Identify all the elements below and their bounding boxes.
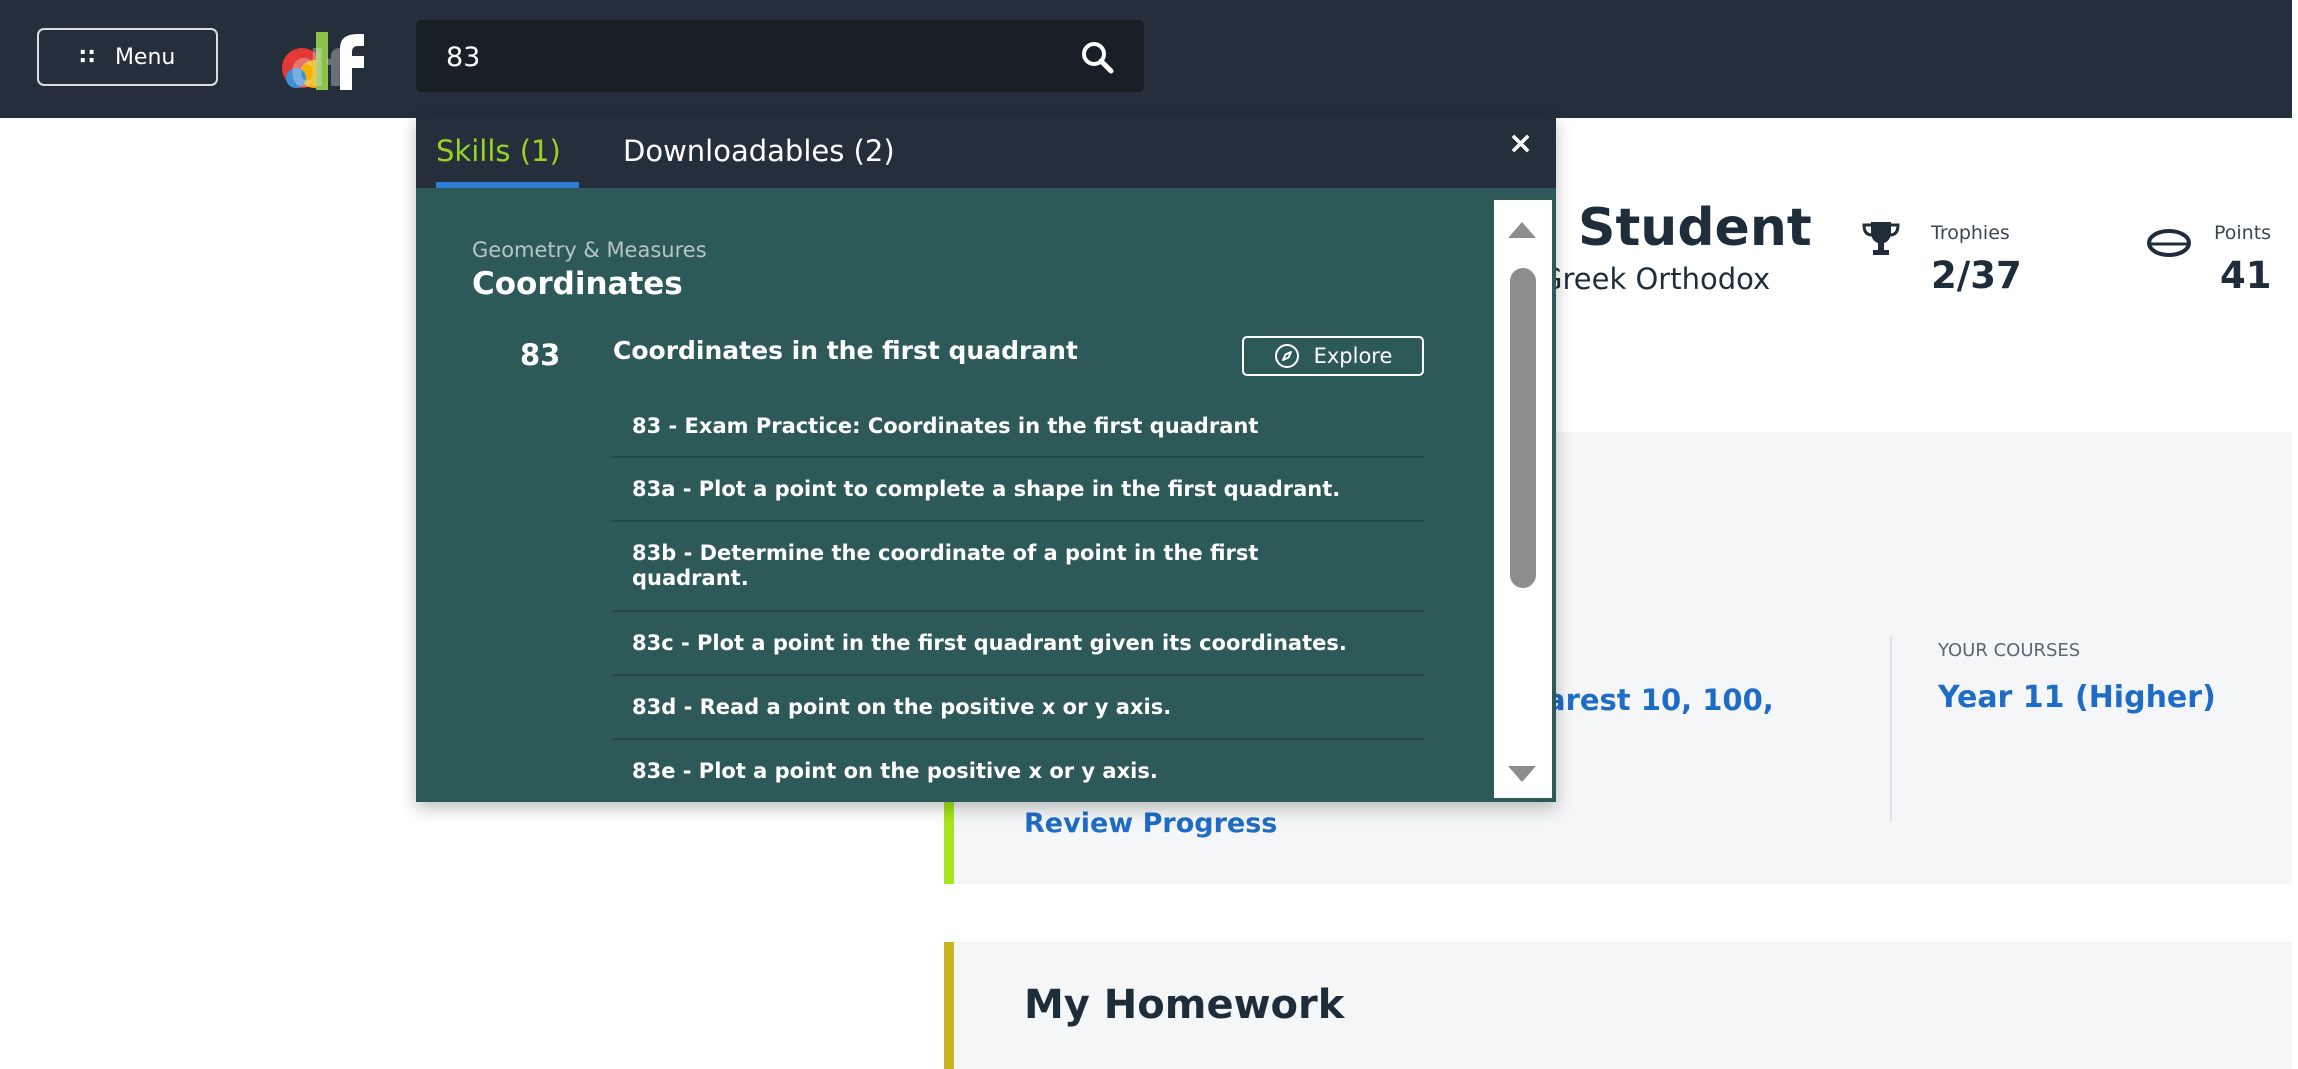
skill-number: 83 [520,338,561,372]
svg-text:df: df [290,40,349,92]
student-name: Student [1578,198,1812,258]
topic-title[interactable]: Coordinates [472,266,683,302]
sub-skill-label: 83b - Determine the coordinate of a poin… [632,541,1259,590]
sub-skill-item[interactable]: 83b - Determine the coordinate of a poin… [612,522,1424,612]
search-results-dropdown: Skills (1) Downloadables (2) × Geometry … [416,116,1556,802]
sub-skill-label: 83a - Plot a point to complete a shape i… [632,476,1341,501]
sub-skill-label: 83 - Exam Practice: Coordinates in the f… [632,413,1259,438]
results-scrollbar[interactable] [1494,200,1552,798]
student-school: Greek Orthodox [1540,262,1771,296]
sub-skill-item[interactable]: 83c - Plot a point in the first quadrant… [612,612,1424,676]
sub-skill-item[interactable]: 83 - Exam Practice: Coordinates in the f… [612,396,1424,458]
top-navigation-bar: ∷ Menu df [0,0,2292,118]
dots-icon: ∷ [79,44,97,70]
sub-skill-list: 83 - Exam Practice: Coordinates in the f… [612,396,1424,802]
search-input[interactable] [444,34,1048,80]
results-tabs: Skills (1) Downloadables (2) × [416,116,1556,188]
sub-skill-item[interactable]: 83e - Plot a point on the positive x or … [612,740,1424,802]
scroll-down-arrow-icon[interactable] [1508,766,1536,782]
recommended-skill-link[interactable]: arest 10, 100, [1546,683,1774,717]
trophy-icon [1862,222,1900,255]
active-tab-indicator [436,182,579,188]
tab-skills[interactable]: Skills (1) [436,134,561,168]
search-icon[interactable] [1080,40,1114,74]
sub-skill-label: 83e - Plot a point on the positive x or … [632,758,1158,783]
sub-skill-label: 83d - Read a point on the positive x or … [632,694,1172,719]
scroll-thumb[interactable] [1510,268,1536,588]
points-value: 41 [2220,254,2272,297]
menu-label: Menu [114,44,176,70]
points-label: Points [2214,222,2272,244]
homework-title: My Homework [1024,982,1345,1028]
compass-icon [1274,344,1299,368]
page-edge [2292,0,2298,1069]
explore-button[interactable]: Explore [1242,336,1424,376]
trophies-label: Trophies [1931,222,2010,244]
category-label: Geometry & Measures [472,238,707,262]
sub-skill-item[interactable]: 83a - Plot a point to complete a shape i… [612,458,1424,522]
close-icon[interactable]: × [1508,126,1533,161]
skill-title[interactable]: Coordinates in the first quadrant [613,336,1078,365]
trophies-value: 2/37 [1931,254,2022,297]
your-courses-label: YOUR COURSES [1938,640,2081,661]
tab-downloadables[interactable]: Downloadables (2) [623,134,895,168]
sub-skill-label: 83c - Plot a point in the first quadrant… [632,630,1347,655]
sub-skill-item[interactable]: 83d - Read a point on the positive x or … [612,676,1424,740]
course-link[interactable]: Year 11 (Higher) [1938,680,2216,715]
review-progress-link[interactable]: Review Progress [1024,808,1277,839]
coin-icon [2147,229,2191,257]
divider [1890,636,1892,822]
explore-label: Explore [1313,344,1393,368]
menu-button[interactable]: ∷ Menu [37,28,218,86]
scroll-up-arrow-icon[interactable] [1508,222,1536,238]
df-logo[interactable]: df [280,28,370,92]
search-box [416,20,1144,92]
